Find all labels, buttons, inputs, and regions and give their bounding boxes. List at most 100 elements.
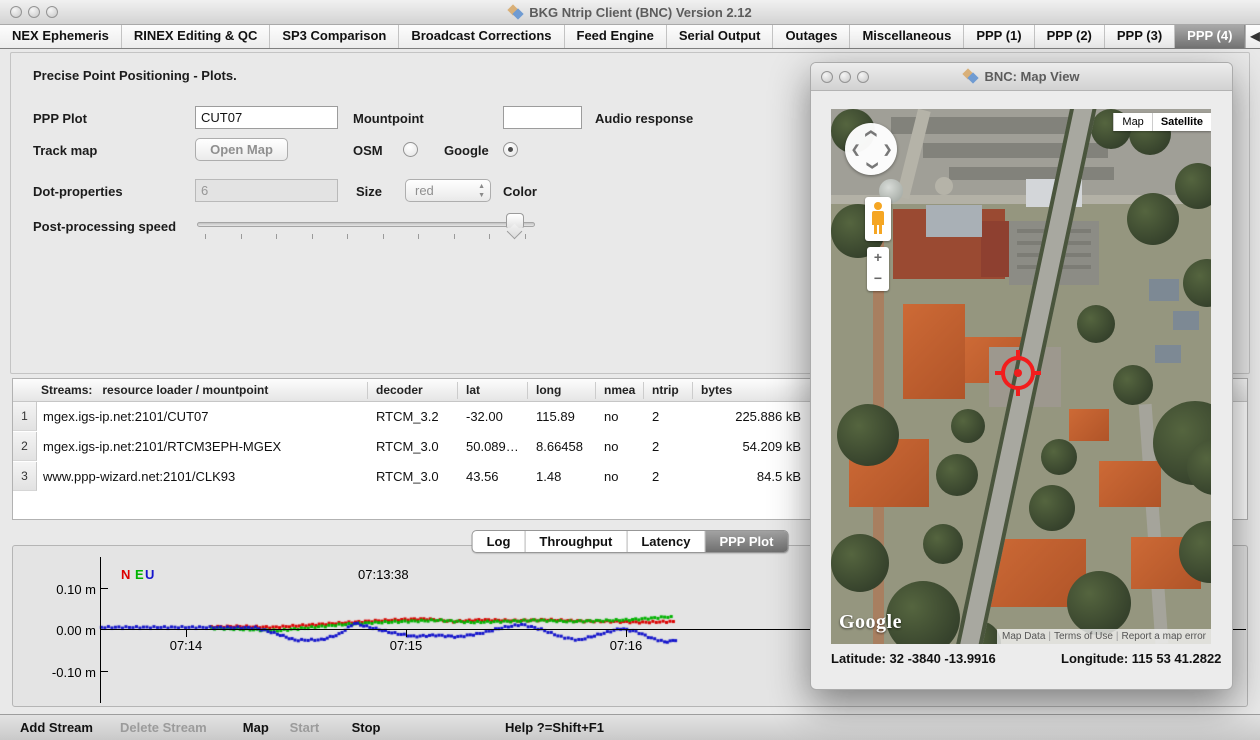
column-header[interactable]: Streams: resource loader / mountpoint — [41, 379, 268, 402]
pan-down-icon[interactable]: ❮ — [865, 161, 878, 170]
map-type-switcher: Map Satellite — [1113, 113, 1211, 131]
tab-broadcast-corrections[interactable]: Broadcast Corrections — [399, 25, 564, 48]
map-button[interactable]: Map — [243, 715, 269, 740]
color-label: Color — [503, 184, 537, 199]
trees — [1077, 305, 1115, 343]
column-separator[interactable] — [457, 382, 458, 399]
y-tick-top — [101, 588, 108, 589]
ppp-plot-input[interactable]: CUT07 — [195, 106, 338, 129]
cell-lat: 50.089… — [466, 432, 519, 462]
speed-slider-track[interactable] — [197, 222, 535, 227]
column-separator[interactable] — [595, 382, 596, 399]
trees — [1113, 365, 1153, 405]
cell-decoder: RTCM_3.0 — [376, 432, 439, 462]
column-separator[interactable] — [367, 382, 368, 399]
slider-tick — [454, 234, 455, 239]
y-tick-bottom — [101, 671, 108, 672]
tab-ppp-3-[interactable]: PPP (3) — [1105, 25, 1175, 48]
cell-lat: -32.00 — [466, 402, 503, 432]
street-view-pegman[interactable] — [865, 197, 891, 241]
column-header[interactable]: lat — [466, 379, 480, 402]
tab-rinex-editing-qc[interactable]: RINEX Editing & QC — [122, 25, 271, 48]
y-tick-label: 0.00 m — [40, 623, 96, 638]
tab-ppp-1-[interactable]: PPP (1) — [964, 25, 1034, 48]
add-stream-button[interactable]: Add Stream — [20, 715, 93, 740]
open-map-button[interactable]: Open Map — [195, 138, 288, 161]
tab-nex-ephemeris[interactable]: NEX Ephemeris — [0, 25, 122, 48]
slider-tick — [525, 234, 526, 239]
audio-response-label: Audio response — [595, 111, 693, 126]
mountpoint-label: Mountpoint — [353, 111, 424, 126]
tab-feed-engine[interactable]: Feed Engine — [565, 25, 667, 48]
x-tick — [626, 629, 627, 637]
trees — [831, 534, 889, 592]
slider-tick — [241, 234, 242, 239]
map-feature — [935, 177, 953, 195]
map-type-satellite-button[interactable]: Satellite — [1152, 113, 1211, 131]
pan-left-icon[interactable]: ❮ — [851, 143, 860, 156]
column-separator[interactable] — [692, 382, 693, 399]
trees — [923, 524, 963, 564]
x-tick — [186, 629, 187, 637]
pan-right-icon[interactable]: ❯ — [883, 143, 892, 156]
tab-ppp-2-[interactable]: PPP (2) — [1035, 25, 1105, 48]
map-titlebar: BNC: Map View — [811, 63, 1232, 91]
column-header[interactable]: long — [536, 379, 561, 402]
x-tick — [406, 629, 407, 637]
column-separator[interactable] — [643, 382, 644, 399]
view-tab-throughput[interactable]: Throughput — [524, 531, 626, 552]
slider-tick — [383, 234, 384, 239]
view-tab-ppp-plot[interactable]: PPP Plot — [704, 531, 787, 552]
tab-overflow-scroller[interactable]: ◀C — [1245, 25, 1260, 48]
google-logo: Google — [839, 611, 902, 634]
row-number: 2 — [13, 432, 37, 461]
satellite-map[interactable]: ❮ ❮ ❮ ❯ + − Map Satellite Google Map Dat… — [831, 109, 1211, 644]
cell-bytes: 54.209 kB — [701, 432, 801, 462]
x-tick-label: 07:15 — [376, 638, 436, 653]
map-window-title: BNC: Map View — [811, 63, 1232, 91]
start-button: Start — [290, 715, 320, 740]
tab-sp3-comparison[interactable]: SP3 Comparison — [270, 25, 399, 48]
column-header[interactable]: nmea — [604, 379, 635, 402]
column-header[interactable]: ntrip — [652, 379, 679, 402]
column-separator[interactable] — [527, 382, 528, 399]
latitude-value: Latitude: 32 -3840 -13.9916 — [831, 651, 996, 666]
cell-mountpoint: mgex.igs-ip.net:2101/CUT07 — [43, 402, 208, 432]
google-radio[interactable] — [503, 142, 518, 157]
stop-button[interactable]: Stop — [352, 715, 381, 740]
column-header[interactable]: decoder — [376, 379, 423, 402]
tab-serial-output[interactable]: Serial Output — [667, 25, 774, 48]
map-type-map-button[interactable]: Map — [1113, 113, 1151, 131]
report-error-link[interactable]: Report a map error — [1122, 631, 1206, 642]
cell-nmea: no — [604, 432, 618, 462]
view-tab-strip: LogThroughputLatencyPPP Plot — [472, 530, 789, 553]
cell-decoder: RTCM_3.2 — [376, 402, 439, 432]
view-tab-log[interactable]: Log — [473, 531, 525, 552]
view-tab-latency[interactable]: Latency — [626, 531, 704, 552]
tab-miscellaneous[interactable]: Miscellaneous — [850, 25, 964, 48]
dot-size-input[interactable]: 6 — [195, 179, 338, 202]
tab-ppp-4-[interactable]: PPP (4) — [1175, 25, 1245, 48]
terms-link[interactable]: Terms of Use — [1054, 631, 1113, 642]
map-feature — [903, 304, 965, 399]
bnc-app-icon — [963, 70, 979, 83]
cell-long: 1.48 — [536, 462, 561, 492]
trees — [951, 409, 985, 443]
cell-mountpoint: www.ppp-wizard.net:2101/CLK93 — [43, 462, 235, 492]
slider-tick — [347, 234, 348, 239]
speed-slider-thumb[interactable] — [506, 213, 524, 228]
longitude-value: Longitude: 115 53 41.2822 — [1061, 651, 1221, 666]
map-pan-control[interactable]: ❮ ❮ ❮ ❯ — [845, 123, 897, 175]
zoom-out-button[interactable]: − — [867, 268, 889, 289]
combo-spinner-icon: ▲▼ — [478, 182, 485, 200]
dot-color-combo[interactable]: red▲▼ — [405, 179, 491, 202]
pan-up-icon[interactable]: ❮ — [865, 129, 878, 138]
osm-radio[interactable] — [403, 142, 418, 157]
cell-nmea: no — [604, 402, 618, 432]
tab-bar: NEX EphemerisRINEX Editing & QCSP3 Compa… — [0, 25, 1260, 49]
zoom-in-button[interactable]: + — [867, 247, 889, 268]
column-header[interactable]: bytes — [701, 379, 732, 402]
tab-outages[interactable]: Outages — [773, 25, 850, 48]
mountpoint-input[interactable] — [503, 106, 582, 129]
map-data-link[interactable]: Map Data — [1002, 631, 1045, 642]
